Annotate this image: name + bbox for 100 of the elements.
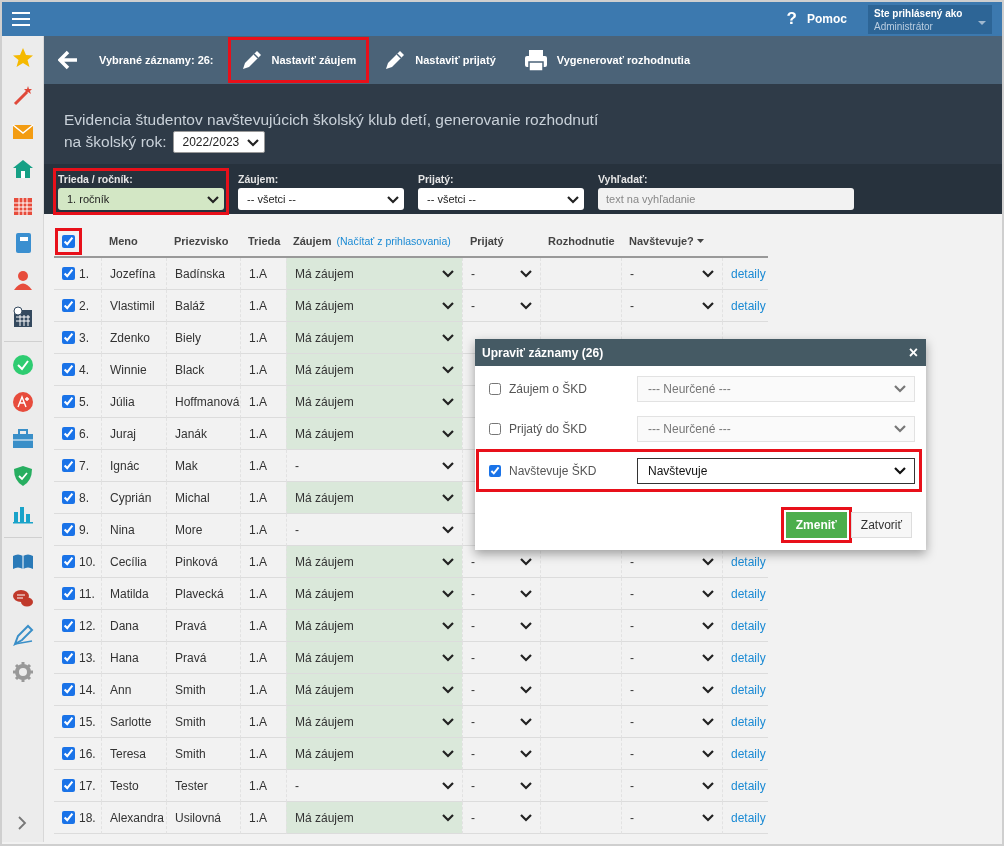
row-checkbox[interactable] <box>62 491 75 504</box>
interest-dropdown[interactable]: Má záujem <box>286 482 462 514</box>
user-dropdown[interactable]: Ste prihlásený ako Administrátor <box>868 4 992 34</box>
star-icon[interactable] <box>11 47 34 69</box>
admitted-dropdown[interactable]: - <box>462 258 540 290</box>
close-button[interactable]: × <box>908 343 918 362</box>
toolbar-button[interactable]: Vygenerovať rozhodnutia <box>513 40 700 80</box>
page-description: Evidencia študentov navštevujúcich školský klub detí, generovanie rozhodnutí <box>63 110 600 130</box>
interest-dropdown[interactable]: Má záujem <box>286 610 462 642</box>
chevron-icon <box>442 557 454 566</box>
row-checkbox[interactable] <box>62 331 75 344</box>
filter-dropdown[interactable]: -- všetci -- <box>238 188 404 210</box>
filter-dropdown[interactable]: 1. ročník <box>58 188 224 210</box>
filter-dropdown[interactable]: -- všetci -- <box>418 188 584 210</box>
interest-dropdown[interactable]: Má záujem <box>286 578 462 610</box>
pencil-icon <box>384 49 407 71</box>
row-checkbox[interactable] <box>62 459 75 472</box>
shield-icon[interactable] <box>11 465 34 487</box>
calendar-icon[interactable] <box>11 306 34 328</box>
chevron-icon <box>520 749 532 758</box>
admitted-dropdown[interactable]: - <box>462 738 540 770</box>
magic-wand-icon[interactable] <box>11 84 34 106</box>
field-checkbox[interactable] <box>489 464 501 477</box>
chevron-right-icon[interactable] <box>18 816 27 830</box>
table-cell: Tester <box>175 778 208 793</box>
row-checkbox[interactable] <box>62 363 75 376</box>
menu-icon[interactable] <box>12 12 30 26</box>
grade-circle-icon[interactable] <box>11 391 34 413</box>
row-checkbox[interactable] <box>62 267 75 280</box>
attends-dropdown[interactable]: - <box>621 578 722 610</box>
admitted-dropdown[interactable]: - <box>462 674 540 706</box>
attends-dropdown[interactable]: - <box>621 770 722 802</box>
attends-dropdown[interactable]: - <box>621 290 722 322</box>
admitted-dropdown[interactable]: - <box>462 578 540 610</box>
sort-caret-icon[interactable] <box>696 239 704 243</box>
attends-dropdown[interactable]: - <box>621 258 722 290</box>
house-icon[interactable] <box>11 158 34 180</box>
briefcase-icon[interactable] <box>11 428 34 450</box>
field-checkbox[interactable] <box>489 382 501 395</box>
attends-dropdown[interactable]: - <box>621 706 722 738</box>
attends-dropdown[interactable]: - <box>621 610 722 642</box>
help-link[interactable]: ? Pomoc <box>786 9 847 29</box>
select-all-checkbox[interactable] <box>62 234 75 248</box>
chevron-icon <box>567 194 579 204</box>
value-dropdown[interactable]: --- Neurčené --- <box>637 415 915 442</box>
year-dropdown[interactable]: 2022/2023 <box>172 131 266 153</box>
interest-dropdown[interactable]: Má záujem <box>286 354 462 386</box>
toolbar-button[interactable]: Nastaviť záujem <box>230 40 367 80</box>
attends-dropdown[interactable]: - <box>621 674 722 706</box>
admitted-dropdown[interactable]: - <box>462 642 540 674</box>
interest-dropdown[interactable]: Má záujem <box>286 674 462 706</box>
gear-icon[interactable] <box>11 661 34 683</box>
chevron-icon <box>702 749 714 758</box>
interest-dropdown[interactable]: Má záujem <box>286 386 462 418</box>
row-checkbox[interactable] <box>62 299 75 312</box>
search-field[interactable]: text na vyhľadanie <box>598 188 854 210</box>
chat-bubbles-icon[interactable] <box>11 587 34 609</box>
value-dropdown[interactable]: --- Neurčené --- <box>637 375 915 402</box>
pen-icon[interactable] <box>11 624 34 646</box>
toolbar-button[interactable]: Nastaviť prijatý <box>374 40 506 80</box>
row-checkbox[interactable] <box>62 683 75 696</box>
row-checkbox[interactable] <box>62 555 75 568</box>
interest-dropdown[interactable]: Má záujem <box>286 738 462 770</box>
grid-icon[interactable] <box>11 195 34 217</box>
attends-dropdown[interactable]: - <box>621 738 722 770</box>
row-checkbox[interactable] <box>62 779 75 792</box>
attends-dropdown[interactable]: - <box>621 802 722 834</box>
admitted-dropdown[interactable]: - <box>462 802 540 834</box>
row-checkbox[interactable] <box>62 715 75 728</box>
admitted-dropdown[interactable]: - <box>462 290 540 322</box>
interest-dropdown[interactable]: Má záujem <box>286 290 462 322</box>
back-arrow-icon[interactable] <box>58 50 78 70</box>
value-dropdown[interactable]: Navštevuje <box>637 457 915 484</box>
row-number: 2. <box>79 298 89 313</box>
admitted-dropdown[interactable]: - <box>462 706 540 738</box>
close-dialog-button[interactable]: Zatvoriť <box>850 512 912 538</box>
chevron-icon <box>520 685 532 694</box>
interest-dropdown[interactable]: Má záujem <box>286 418 462 450</box>
filter-label: Prijatý: <box>418 173 455 185</box>
row-checkbox[interactable] <box>62 747 75 760</box>
row-checkbox[interactable] <box>62 619 75 632</box>
interest-dropdown[interactable]: Má záujem <box>286 802 462 834</box>
admitted-dropdown[interactable]: - <box>462 770 540 802</box>
interest-dropdown[interactable]: Má záujem <box>286 706 462 738</box>
field-checkbox[interactable] <box>489 422 501 435</box>
attends-dropdown[interactable]: - <box>621 642 722 674</box>
interest-dropdown[interactable]: Má záujem <box>286 258 462 290</box>
interest-dropdown[interactable]: Má záujem <box>286 546 462 578</box>
person-icon[interactable] <box>11 269 34 291</box>
check-circle-icon[interactable] <box>11 354 34 376</box>
row-checkbox[interactable] <box>62 651 75 664</box>
row-number: 18. <box>79 810 96 825</box>
row-checkbox[interactable] <box>62 811 75 824</box>
admitted-dropdown[interactable]: - <box>462 610 540 642</box>
row-checkbox[interactable] <box>62 427 75 440</box>
interest-dropdown[interactable]: Má záujem <box>286 642 462 674</box>
row-checkbox[interactable] <box>62 587 75 600</box>
interest-dropdown[interactable]: Má záujem <box>286 322 462 354</box>
row-checkbox[interactable] <box>62 523 75 536</box>
row-checkbox[interactable] <box>62 395 75 408</box>
